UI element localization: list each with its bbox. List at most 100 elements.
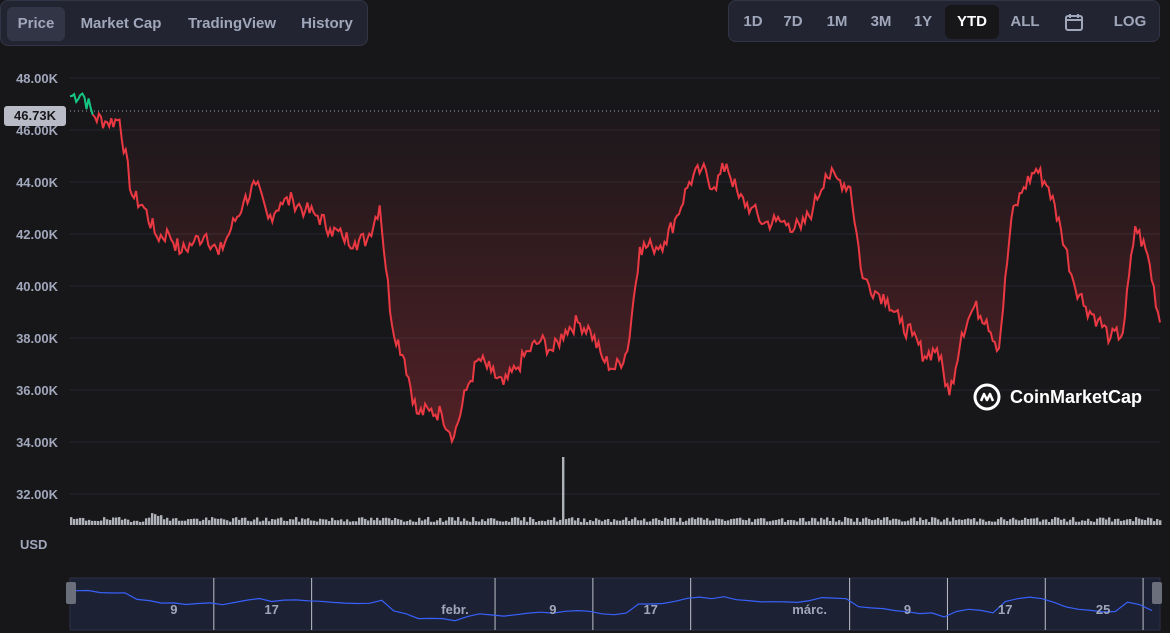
volume-bar: [991, 521, 994, 525]
volume-bar: [886, 517, 889, 525]
volume-bar: [847, 518, 850, 525]
time-range-selector: 1D 7D 1M 3M 1Y YTD ALL LOG: [728, 0, 1160, 42]
volume-bar: [946, 517, 949, 525]
volume-bar: [661, 520, 664, 525]
volume-bar: [913, 517, 916, 525]
volume-bar: [136, 520, 139, 525]
volume-bar: [787, 519, 790, 525]
volume-bar: [271, 519, 274, 525]
range-7d-button[interactable]: 7D: [775, 5, 811, 39]
range-ytd-button[interactable]: YTD: [945, 5, 999, 39]
volume-bar: [745, 520, 748, 525]
volume-bar: [1069, 519, 1072, 525]
volume-bar: [88, 519, 91, 525]
range-1d-button[interactable]: 1D: [735, 5, 771, 39]
volume-bar: [718, 518, 721, 525]
volume-bar: [592, 521, 595, 525]
volume-bar: [1066, 521, 1069, 525]
volume-bar: [952, 517, 955, 525]
log-scale-button[interactable]: LOG: [1105, 5, 1155, 39]
volume-bar: [196, 518, 199, 525]
volume-bar: [124, 518, 127, 525]
volume-bar: [649, 521, 652, 525]
navigator[interactable]: 9 17 febr. 9 17 márc. 9 17 25: [64, 576, 1164, 632]
volume-bar: [1099, 517, 1102, 525]
volume-bar: [259, 521, 262, 525]
volume-bar: [754, 519, 757, 525]
navigator-tick-label: 9: [904, 602, 911, 617]
price-chart: 48.00K46.00K44.00K42.00K40.00K38.00K36.0…: [16, 71, 1162, 540]
volume-bar: [376, 517, 379, 525]
volume-bar: [127, 519, 130, 525]
volume-bar: [727, 520, 730, 525]
volume-bar: [700, 517, 703, 525]
tab-price[interactable]: Price: [7, 7, 65, 41]
volume-bar: [325, 519, 328, 525]
volume-bar: [634, 517, 637, 525]
volume-bar: [808, 521, 811, 525]
calendar-button[interactable]: [1053, 5, 1095, 39]
tab-market-cap[interactable]: Market Cap: [71, 7, 171, 41]
volume-bar: [511, 517, 514, 525]
range-all-button[interactable]: ALL: [1003, 5, 1047, 39]
volume-bar: [820, 517, 823, 525]
navigator-left-handle[interactable]: [66, 582, 76, 604]
brand-watermark: CoinMarketCap: [972, 382, 1142, 412]
volume-bar: [358, 517, 361, 525]
volume-bar: [721, 519, 724, 525]
volume-bar: [589, 520, 592, 525]
volume-bar: [547, 519, 550, 525]
volume-bar: [769, 521, 772, 525]
currency-label: USD: [20, 537, 48, 552]
volume-bar: [934, 517, 937, 525]
volume-bar: [631, 519, 634, 525]
volume-bar: [1102, 517, 1105, 525]
volume-bar: [985, 521, 988, 525]
volume-bar: [457, 517, 460, 525]
navigator-tick-label: márc.: [792, 602, 827, 617]
volume-bar: [970, 519, 973, 525]
volume-bar: [856, 517, 859, 525]
volume-bar: [940, 521, 943, 525]
volume-bar: [988, 520, 991, 525]
x-tick-label: 9: [909, 539, 916, 540]
volume-bar: [574, 520, 577, 525]
volume-bar: [550, 519, 553, 525]
volume-bar: [1093, 521, 1096, 525]
volume-bar: [1078, 521, 1081, 525]
volume-bar: [349, 521, 352, 525]
volume-bar: [814, 518, 817, 525]
range-1y-button[interactable]: 1Y: [905, 5, 941, 39]
volume-bar: [346, 519, 349, 525]
volume-bar: [1003, 519, 1006, 525]
volume-bar: [505, 520, 508, 525]
volume-bar: [391, 520, 394, 525]
volume-bar: [439, 517, 442, 525]
range-3m-button[interactable]: 3M: [861, 5, 901, 39]
y-tick-label: 48.00K: [16, 71, 59, 86]
volume-bar: [514, 517, 517, 525]
volume-bar: [220, 518, 223, 525]
volume-bar: [730, 519, 733, 525]
tab-history[interactable]: History: [291, 7, 363, 41]
volume-bar: [622, 519, 625, 525]
volume-bar: [424, 519, 427, 525]
navigator-tick-label: 25: [1096, 602, 1110, 617]
volume-bar: [445, 520, 448, 525]
volume-bar: [301, 518, 304, 525]
navigator-right-handle[interactable]: [1152, 582, 1162, 604]
volume-bar: [571, 517, 574, 525]
range-1m-button[interactable]: 1M: [817, 5, 857, 39]
volume-bar: [799, 518, 802, 525]
volume-bar: [583, 518, 586, 525]
navigator-window[interactable]: [69, 577, 1161, 631]
volume-bar: [994, 521, 997, 525]
volume-bar: [472, 517, 475, 525]
volume-bar: [499, 521, 502, 525]
volume-bar: [517, 517, 520, 525]
volume-bar: [793, 520, 796, 525]
tab-tradingview[interactable]: TradingView: [179, 7, 285, 41]
volume-bar: [637, 520, 640, 525]
volume-bar: [181, 520, 184, 525]
volume-bar: [523, 517, 526, 525]
